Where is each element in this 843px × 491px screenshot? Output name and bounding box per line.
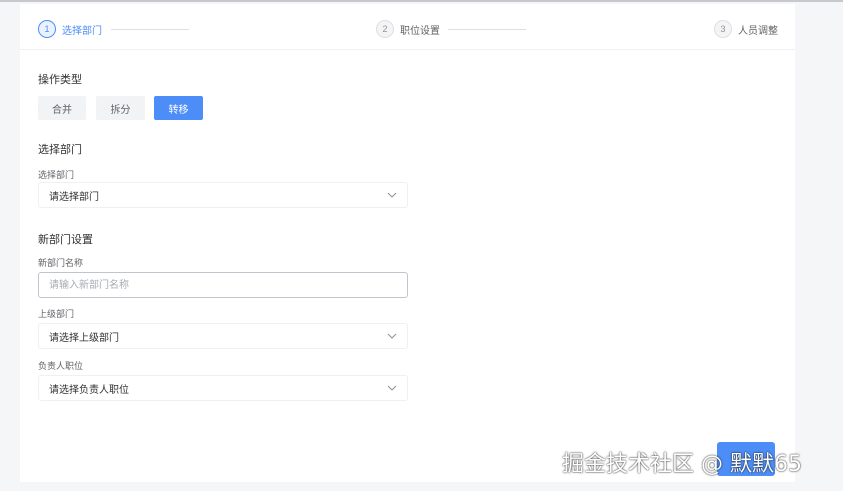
leader-position-value: 请选择负责人职位 <box>49 384 129 396</box>
step-number: 1 <box>38 20 56 38</box>
chevron-down-icon <box>387 385 397 391</box>
merge-button[interactable]: 合并 <box>38 96 86 120</box>
form-card: 1 选择部门 2 职位设置 3 人员调整 操作类型 合并 拆分 转移 选择部门 … <box>20 4 795 482</box>
parent-dept-value: 请选择上级部门 <box>49 332 119 344</box>
transfer-button[interactable]: 转移 <box>154 96 203 120</box>
select-dept-title: 选择部门 <box>38 143 82 156</box>
step-2[interactable]: 2 职位设置 <box>376 20 440 38</box>
window-top-border <box>0 0 843 2</box>
steps-bar: 1 选择部门 2 职位设置 3 人员调整 <box>20 4 795 50</box>
step-connector <box>448 29 526 30</box>
new-dept-title: 新部门设置 <box>38 233 93 246</box>
parent-dept-select[interactable]: 请选择上级部门 <box>38 323 408 349</box>
chevron-down-icon <box>387 333 397 339</box>
new-dept-name-label: 新部门名称 <box>38 259 84 269</box>
leader-position-label: 负责人职位 <box>38 362 84 372</box>
watermark-text: 掘金技术社区 @ 默默65 <box>562 452 802 477</box>
new-dept-name-input[interactable] <box>38 272 408 298</box>
chevron-down-icon <box>387 192 397 198</box>
step-1[interactable]: 1 选择部门 <box>38 20 102 38</box>
dept-select[interactable]: 请选择部门 <box>38 182 408 208</box>
step-number: 2 <box>376 20 394 38</box>
parent-dept-label: 上级部门 <box>38 310 75 320</box>
step-label: 职位设置 <box>400 25 440 37</box>
operation-type-title: 操作类型 <box>38 73 82 86</box>
step-connector <box>111 29 189 30</box>
step-3[interactable]: 3 人员调整 <box>714 20 778 38</box>
split-button[interactable]: 拆分 <box>96 96 145 120</box>
select-dept-label: 选择部门 <box>38 171 75 181</box>
dept-select-value: 请选择部门 <box>49 191 99 203</box>
step-label: 人员调整 <box>738 25 778 37</box>
step-label: 选择部门 <box>62 25 102 37</box>
step-number: 3 <box>714 20 732 38</box>
leader-position-select[interactable]: 请选择负责人职位 <box>38 375 408 401</box>
